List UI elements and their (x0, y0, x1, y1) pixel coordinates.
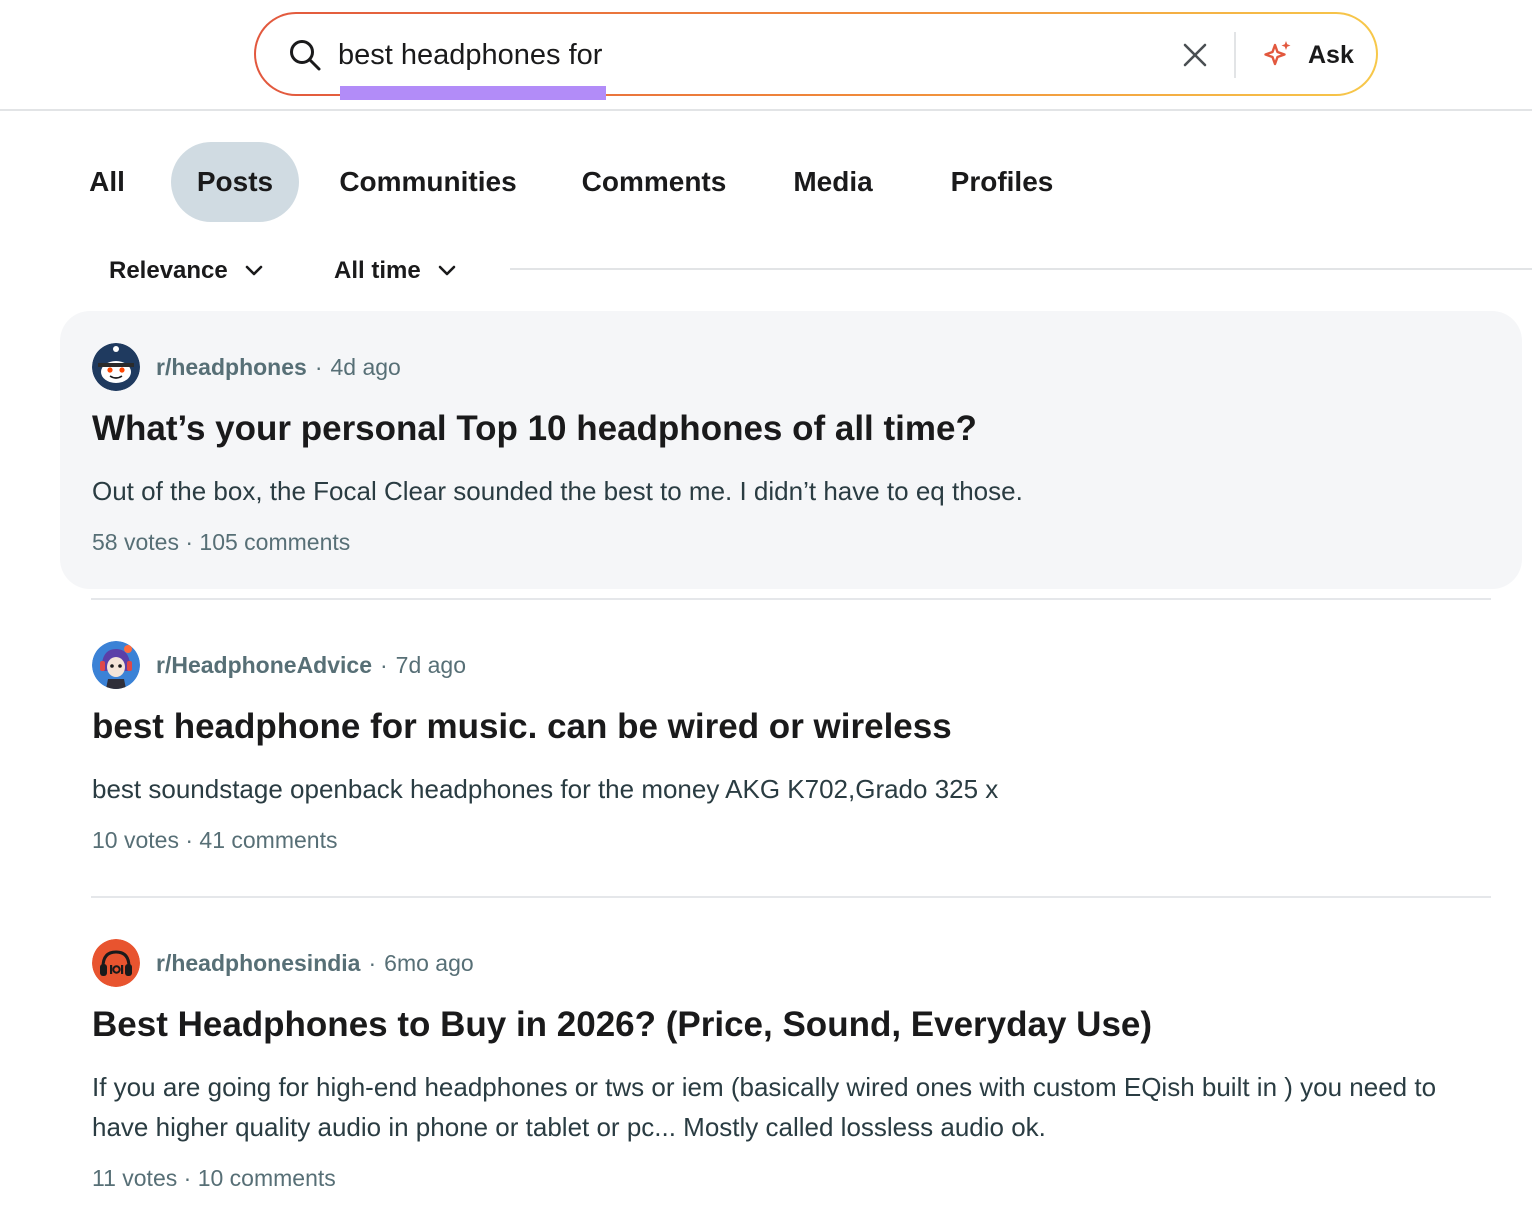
subreddit-link[interactable]: r/headphonesindia (156, 950, 360, 977)
chevron-down-icon (245, 265, 263, 276)
post-stats: 11 votes · 10 comments (92, 1163, 336, 1193)
search-bar-inner[interactable]: best headphones for Ask (256, 14, 1376, 100)
post-age: 4d ago (330, 353, 401, 380)
sparkle-icon (1264, 41, 1291, 66)
meta-separator: · (185, 827, 200, 853)
post-divider (91, 896, 1491, 898)
headphones-icon[interactable] (92, 939, 140, 987)
meta-separator: · (368, 949, 377, 976)
time-label: All time (334, 257, 421, 284)
post-title[interactable]: best headphone for music. can be wired o… (92, 705, 1492, 749)
post-age: 6mo ago (384, 949, 474, 976)
meta-separator: · (183, 1165, 198, 1191)
post-title[interactable]: Best Headphones to Buy in 2026? (Price, … (92, 1003, 1492, 1047)
vote-count: 58 votes (92, 529, 179, 555)
meta-separator: · (314, 353, 323, 380)
search-input[interactable]: best headphones for (338, 36, 602, 74)
search-divider (1234, 32, 1236, 78)
tab-profiles[interactable]: Profiles (932, 142, 1072, 222)
post-title[interactable]: What’s your personal Top 10 headphones o… (92, 407, 1492, 451)
tab-posts[interactable]: Posts (171, 142, 299, 222)
vote-count: 11 votes (92, 1165, 178, 1191)
post-stats: 58 votes · 105 comments (92, 527, 350, 557)
tab-all[interactable]: All (70, 142, 144, 222)
tab-comments[interactable]: Comments (565, 142, 743, 222)
relevance-dropdown[interactable]: Relevance (109, 248, 264, 294)
close-icon[interactable] (1180, 40, 1210, 70)
meta-separator: · (380, 651, 388, 678)
subreddit-link[interactable]: r/headphones (156, 354, 307, 381)
anime-character-icon[interactable] (92, 641, 140, 689)
comment-count: 41 comments (199, 827, 338, 853)
search-icon (290, 40, 321, 71)
subreddit-link[interactable]: r/HeadphoneAdvice (156, 652, 372, 679)
search-header: best headphones for Ask (0, 0, 1532, 111)
ask-button[interactable]: Ask (1256, 28, 1368, 82)
meta-separator: · (185, 529, 200, 555)
vote-count: 10 votes (92, 827, 179, 853)
post-meta: r/headphones · 4d ago (92, 343, 401, 391)
post-stats: 10 votes · 41 comments (92, 825, 337, 855)
post-meta: r/headphonesindia · 6mo ago (92, 939, 474, 987)
time-dropdown[interactable]: All time (334, 248, 457, 294)
snoo-icon[interactable] (92, 343, 140, 391)
relevance-label: Relevance (109, 257, 228, 284)
post-card[interactable]: r/HeadphoneAdvice · 7d ago best headphon… (60, 609, 1522, 889)
search-bar[interactable]: best headphones for Ask (254, 12, 1378, 100)
comment-count: 10 comments (197, 1165, 336, 1191)
post-snippet: If you are going for high-end headphones… (92, 1072, 1437, 1142)
tab-media[interactable]: Media (776, 142, 890, 222)
comment-count: 105 comments (199, 529, 351, 555)
post-card[interactable]: r/headphonesindia · 6mo ago Best Headpho… (60, 907, 1522, 1230)
ask-label: Ask (1308, 40, 1354, 69)
post-meta: r/HeadphoneAdvice · 7d ago (92, 641, 466, 689)
post-snippet: best soundstage openback headphones for … (92, 774, 999, 804)
post-snippet: Out of the box, the Focal Clear sounded … (92, 476, 1023, 506)
sort-divider (510, 268, 1532, 270)
chevron-down-icon (438, 265, 455, 276)
post-card[interactable]: r/headphones · 4d ago What’s your person… (60, 311, 1522, 589)
post-age: 7d ago (395, 651, 467, 678)
post-divider (91, 598, 1491, 600)
spellcheck-highlight (340, 86, 606, 100)
tab-communities[interactable]: Communities (322, 142, 534, 222)
